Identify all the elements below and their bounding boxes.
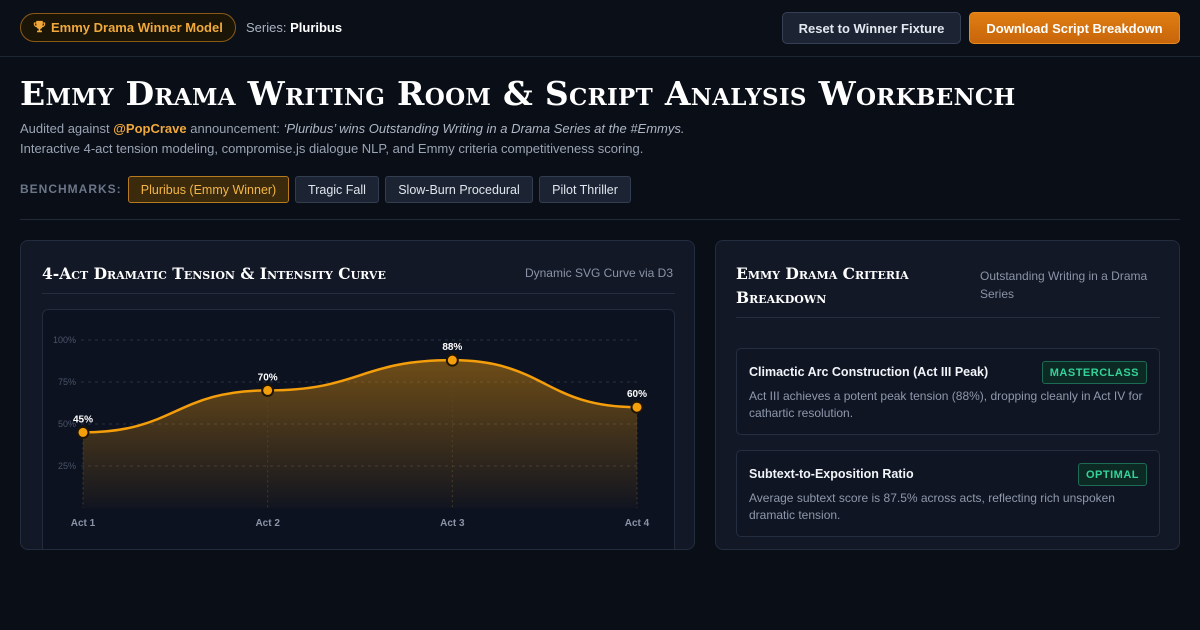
criteria-panel-rule bbox=[736, 317, 1160, 318]
act-axis-label: Act 4 bbox=[625, 518, 650, 529]
act-value-label: 45% bbox=[73, 414, 93, 425]
y-tick-label: 75% bbox=[58, 377, 76, 387]
tension-panel-meta: Dynamic SVG Curve via D3 bbox=[524, 266, 673, 280]
section-divider bbox=[20, 219, 1180, 220]
criteria-name: Climactic Arc Construction (Act III Peak… bbox=[749, 365, 989, 379]
act-axis-label: Act 3 bbox=[440, 518, 465, 529]
criteria-panel-meta: Outstanding Writing in a Drama Series bbox=[980, 269, 1148, 301]
announcement-label: announcement: bbox=[190, 121, 280, 136]
criteria-rating-badge: MASTERCLASS bbox=[1041, 361, 1147, 384]
tension-chart[interactable]: 25%50%75%100% 45%Act 170%Act 288%Act 360… bbox=[43, 310, 676, 550]
tension-panel-title: 4-Act Dramatic Tension & Intensity Curve bbox=[42, 264, 386, 283]
download-button[interactable]: Download Script Breakdown bbox=[969, 12, 1180, 44]
winner-model-badge: Emmy Drama Winner Model bbox=[20, 13, 236, 42]
tension-panel-rule bbox=[42, 293, 675, 294]
act-axis-label: Act 2 bbox=[255, 518, 280, 529]
source-handle-link[interactable]: @PopCrave bbox=[113, 121, 186, 136]
criteria-name: Subtext-to-Exposition Ratio bbox=[749, 467, 914, 481]
act-point[interactable] bbox=[630, 400, 644, 414]
series-value: Pluribus bbox=[290, 20, 343, 35]
benchmarks-label: BENCHMARKS: bbox=[20, 182, 122, 196]
criteria-card[interactable]: Subtext-to-Exposition Ratio OPTIMAL Aver… bbox=[736, 450, 1160, 537]
criteria-panel: Emmy Drama Criteria Breakdown Outstandin… bbox=[715, 240, 1180, 550]
series-label: Series: bbox=[246, 20, 287, 35]
benchmark-pluribus[interactable]: Pluribus (Emmy Winner) bbox=[128, 176, 289, 203]
page-description: Interactive 4-act tension modeling, comp… bbox=[20, 141, 644, 156]
act-axis-label: Act 1 bbox=[71, 518, 96, 529]
criteria-description: Act III achieves a potent peak tension (… bbox=[749, 389, 1143, 420]
act-point[interactable] bbox=[445, 353, 459, 367]
announcement-quote: ‘Pluribus’ wins Outstanding Writing in a… bbox=[283, 121, 685, 136]
criteria-panel-title: Emmy Drama Criteria Breakdown bbox=[736, 264, 909, 307]
criteria-card[interactable]: Climactic Arc Construction (Act III Peak… bbox=[736, 348, 1160, 435]
act-value-label: 88% bbox=[442, 342, 462, 353]
benchmark-slow-burn-procedural[interactable]: Slow-Burn Procedural bbox=[385, 176, 533, 203]
act-value-label: 70% bbox=[258, 372, 278, 383]
audit-line: Audited against @PopCrave announcement: … bbox=[20, 121, 685, 136]
winner-model-label: Emmy Drama Winner Model bbox=[51, 20, 223, 35]
audit-prefix: Audited against bbox=[20, 121, 110, 136]
tension-chart-container: 25% 50% 75% 100% 45% Act 1 70% Act 2 88% Act 3 60… bbox=[42, 309, 676, 550]
top-bar: Emmy Drama Winner Model Series: Pluribus… bbox=[0, 0, 1200, 57]
criteria-rating-badge: OPTIMAL bbox=[1078, 463, 1147, 486]
series-indicator: Series: Pluribus bbox=[246, 20, 342, 35]
page-title: Emmy Drama Writing Room & Script Analysi… bbox=[20, 74, 1016, 113]
act-value-label: 60% bbox=[627, 389, 647, 400]
tension-curve-panel: 4-Act Dramatic Tension & Intensity Curve… bbox=[20, 240, 695, 550]
criteria-description: Average subtext score is 87.5% across ac… bbox=[749, 491, 1115, 522]
y-tick-label: 25% bbox=[58, 461, 76, 471]
trophy-icon bbox=[33, 20, 46, 36]
y-tick-label: 100% bbox=[53, 335, 76, 345]
reset-button[interactable]: Reset to Winner Fixture bbox=[782, 12, 961, 44]
benchmark-pilot-thriller[interactable]: Pilot Thriller bbox=[539, 176, 631, 203]
act-point[interactable] bbox=[76, 425, 90, 439]
benchmark-tragic-fall[interactable]: Tragic Fall bbox=[295, 176, 379, 203]
act-point[interactable] bbox=[261, 383, 275, 397]
